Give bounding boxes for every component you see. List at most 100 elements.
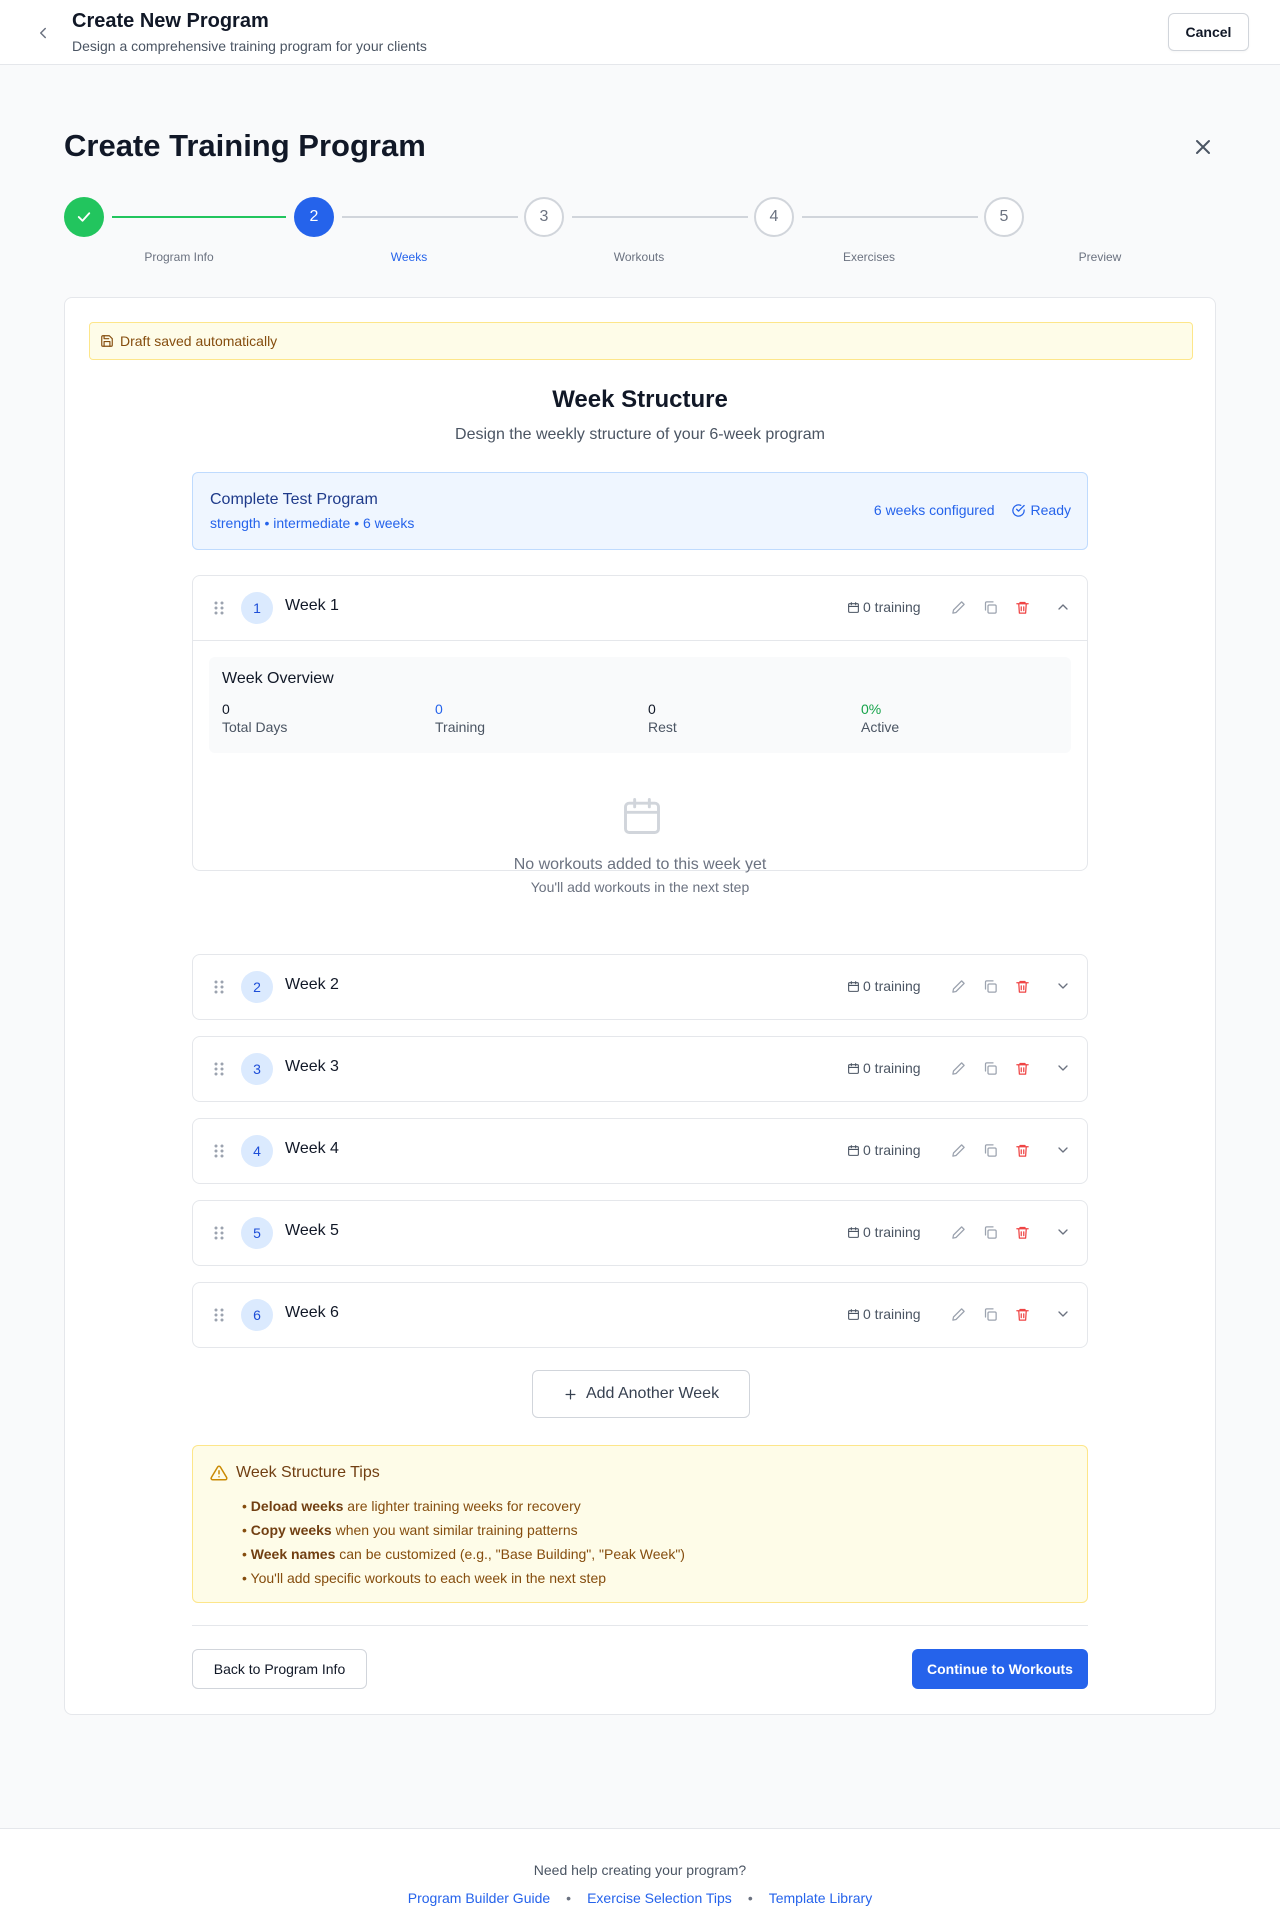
drag-handle-icon[interactable] [213,1143,225,1159]
stat-value: 0 [435,701,443,717]
expand-week-button[interactable] [1054,1059,1072,1077]
step-5-circle[interactable]: 5 [984,197,1024,237]
delete-week-button[interactable] [1013,1305,1031,1323]
copy-icon [984,1307,997,1321]
stat-active: 0% Active [861,701,899,735]
expand-week-button[interactable] [1054,1223,1072,1241]
chevron-down-icon [1058,1229,1068,1235]
cancel-button[interactable]: Cancel [1168,13,1249,51]
tips-header: Week Structure Tips [210,1464,380,1482]
week-card-4: 4 Week 4 0 training [192,1118,1088,1184]
pencil-icon [951,1225,965,1239]
week-overview: Week Overview 0 Total Days 0 Training 0 … [209,657,1071,753]
delete-week-button[interactable] [1013,977,1031,995]
drag-handle-icon[interactable] [213,979,225,995]
delete-week-button[interactable] [1013,1141,1031,1159]
continue-to-workouts-button[interactable]: Continue to Workouts [912,1649,1088,1689]
step-1-label: Program Info [144,250,214,264]
week-training-count: 0 training [847,978,921,994]
week-name: Week 4 [285,1140,339,1157]
stat-rest: 0 Rest [648,701,677,735]
check-circle-icon [1011,503,1025,517]
week-training-label: 0 training [863,1142,921,1158]
template-library-link[interactable]: Template Library [769,1890,873,1906]
drag-handle-icon[interactable] [213,1307,225,1323]
step-connector [112,216,286,218]
step-connector [802,216,978,218]
week-header[interactable]: 1 Week 1 0 training [193,576,1087,640]
week-name: Week 3 [285,1058,339,1075]
tip-bold: Week names [250,1546,336,1562]
week-training-label: 0 training [863,978,921,994]
copy-week-button[interactable] [981,598,999,616]
stat-label: Training [435,719,486,735]
drag-handle-icon[interactable] [213,1061,225,1077]
ready-label: Ready [1030,502,1071,518]
edit-week-button[interactable] [949,1141,967,1159]
stat-total-days: 0 Total Days [222,701,287,735]
calendar-icon [848,1308,859,1320]
collapse-week-button[interactable] [1054,598,1072,616]
back-button[interactable] [30,20,56,46]
week-card-2: 2 Week 2 0 training [192,954,1088,1020]
expand-week-button[interactable] [1054,977,1072,995]
week-header[interactable]: 6 Week 6 0 training [193,1283,1087,1347]
pencil-icon [951,600,965,614]
divider [192,1625,1088,1626]
week-training-label: 0 training [863,1306,921,1322]
chevron-down-icon [1058,1147,1068,1153]
calendar-icon [848,980,859,992]
page-title: Create Training Program [64,128,426,163]
tip-item: • Deload weeks are lighter training week… [242,1498,581,1514]
week-header[interactable]: 4 Week 4 0 training [193,1119,1087,1183]
step-connector [342,216,518,218]
help-footer: Need help creating your program? Program… [0,1828,1280,1924]
step-2-label: Weeks [390,250,428,264]
delete-week-button[interactable] [1013,598,1031,616]
edit-week-button[interactable] [949,1059,967,1077]
copy-week-button[interactable] [981,1305,999,1323]
expand-week-button[interactable] [1054,1141,1072,1159]
week-header[interactable]: 5 Week 5 0 training [193,1201,1087,1265]
close-button[interactable] [1191,135,1215,159]
drag-handle-icon[interactable] [213,600,225,616]
week-number-badge: 4 [241,1135,273,1167]
step-4-circle[interactable]: 4 [754,197,794,237]
trash-icon [1015,1226,1029,1239]
week-header[interactable]: 2 Week 2 0 training [193,955,1087,1019]
step-2-circle[interactable]: 2 [294,197,334,237]
tip-text: You'll add specific workouts to each wee… [250,1570,607,1586]
week-training-label: 0 training [863,1060,921,1076]
delete-week-button[interactable] [1013,1223,1031,1241]
step-3-circle[interactable]: 3 [524,197,564,237]
week-overview-title: Week Overview [222,670,334,687]
edit-week-button[interactable] [949,1305,967,1323]
copy-week-button[interactable] [981,1141,999,1159]
footer-links: Program Builder Guide • Exercise Selecti… [0,1890,1280,1906]
edit-week-button[interactable] [949,598,967,616]
copy-week-button[interactable] [981,977,999,995]
program-builder-guide-link[interactable]: Program Builder Guide [408,1890,550,1906]
week-training-count: 0 training [847,599,921,615]
program-name: Complete Test Program [210,491,378,508]
copy-icon [984,600,997,614]
week-header[interactable]: 3 Week 3 0 training [193,1037,1087,1101]
edit-week-button[interactable] [949,1223,967,1241]
calendar-icon [848,1144,859,1156]
copy-week-button[interactable] [981,1059,999,1077]
back-to-program-info-button[interactable]: Back to Program Info [192,1649,367,1689]
trash-icon [1015,980,1029,993]
week-structure-card: Draft saved automatically Week Structure… [64,297,1216,1715]
edit-week-button[interactable] [949,977,967,995]
delete-week-button[interactable] [1013,1059,1031,1077]
exercise-selection-tips-link[interactable]: Exercise Selection Tips [587,1890,732,1906]
add-week-button[interactable]: Add Another Week [532,1370,750,1418]
step-1-circle[interactable] [64,197,104,237]
expand-week-button[interactable] [1054,1305,1072,1323]
draft-notice-text: Draft saved automatically [120,333,278,349]
trash-icon [1015,1308,1029,1321]
copy-week-button[interactable] [981,1223,999,1241]
add-week-label: Add Another Week [585,1385,720,1402]
drag-handle-icon[interactable] [213,1225,225,1241]
week-name: Week 5 [285,1222,339,1239]
